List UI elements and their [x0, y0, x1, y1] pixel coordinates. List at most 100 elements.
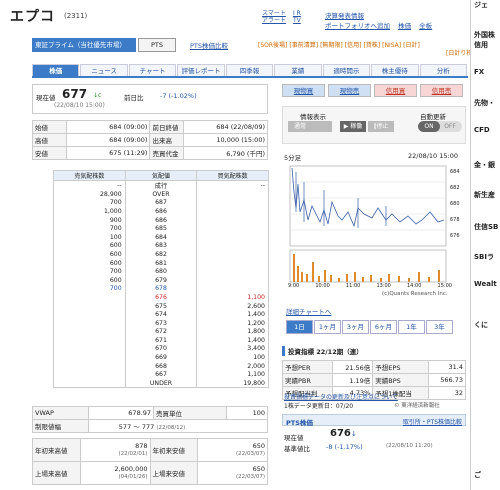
book-row: 672 1,800: [53, 327, 269, 337]
sidebar-item[interactable]: 外国株: [474, 30, 495, 40]
cash-sell-button[interactable]: 現物売: [328, 84, 371, 97]
smart-alert-link[interactable]: スマート アラート: [262, 10, 286, 24]
pts-price-label: 現在値: [284, 434, 304, 442]
tag[interactable]: [日計]: [403, 42, 420, 49]
pts-compare-link-2[interactable]: 取引所・PTS株価比較: [403, 417, 462, 426]
sidebar-item[interactable]: CFD: [474, 126, 490, 134]
period-1m[interactable]: 1ヶ月: [314, 320, 341, 334]
tab-news[interactable]: ニュース: [80, 64, 128, 76]
ask-qty: --: [53, 180, 126, 190]
bid-qty: 19,800: [196, 379, 269, 389]
tab-report[interactable]: 評価レポート: [177, 64, 225, 76]
x-tick: 15:00: [437, 283, 452, 289]
indicator-notes-link[interactable]: 投資指標データの更新及び注意点について: [284, 392, 398, 401]
ask-qty: [53, 293, 126, 302]
tag[interactable]: [貸株]: [363, 42, 380, 49]
pts-price: 676: [330, 428, 351, 439]
vwap-table: VWAP 678.97 売買単位 100 制限値幅 577 〜 777 (22/…: [32, 406, 269, 433]
stop-button[interactable]: ‖停止: [368, 121, 394, 132]
x-tick: 13:00: [376, 283, 391, 289]
sidebar-item[interactable]: 先物・: [474, 98, 495, 108]
tab-benefits[interactable]: 株主優待: [371, 64, 419, 76]
indicator-value: 21.56倍: [332, 360, 374, 374]
tab-price[interactable]: 株価: [32, 64, 80, 76]
stat-label: 安値: [32, 146, 67, 160]
stat-value: 675 (11:29): [65, 146, 151, 160]
sidebar-item[interactable]: ジェ: [474, 0, 488, 10]
ask-qty: 600: [53, 250, 126, 259]
chart-datetime: 22/08/10 15:00: [408, 152, 458, 160]
stat-label: 売買代金: [149, 146, 185, 160]
price-link[interactable]: 株価: [398, 22, 411, 30]
pts-compare-link[interactable]: PTS株価比較: [190, 40, 228, 50]
limit-range: 577 〜 777: [118, 423, 155, 431]
pts-change: -8 (-1.17%): [326, 443, 363, 451]
book-row: -- 成行 --: [53, 180, 269, 190]
indicator-label: 実績PBR: [281, 373, 334, 387]
tab-disclosure[interactable]: 適時開示: [322, 64, 371, 76]
auto-refresh-toggle[interactable]: ON OFF: [418, 121, 462, 132]
ask-qty: [53, 336, 126, 345]
display-select[interactable]: 通常: [288, 121, 332, 132]
period-1y[interactable]: 1年: [398, 320, 425, 334]
margin-buy-button[interactable]: 信用買: [374, 84, 417, 97]
tag[interactable]: [無期限]: [320, 42, 343, 49]
book-price: 681: [124, 258, 198, 268]
period-3m[interactable]: 3ヶ月: [342, 320, 369, 334]
portfolio-add-link[interactable]: ポートフォリオへ追加: [325, 22, 390, 30]
price-unit: ↓c: [93, 92, 102, 99]
high-low-table: 年初来高値 878 (22/02/01) 年初来安値 650 (22/03/07) 上場来高…: [32, 438, 268, 485]
indicator-label: 予想EPS: [372, 360, 429, 374]
hl-label: 上場来高値: [32, 461, 81, 485]
y-tick: 680: [450, 201, 460, 207]
market-tab-tse[interactable]: 東証プライム（当社優先市場）: [32, 38, 136, 52]
tab-shikiho[interactable]: 四季報: [225, 64, 274, 76]
earnings-link[interactable]: 決算発表情報: [325, 12, 364, 20]
period-6m[interactable]: 6ヶ月: [370, 320, 397, 334]
ask-qty: 1,000: [53, 207, 126, 216]
sidebar-item[interactable]: 新生産: [474, 190, 495, 200]
sidebar-item[interactable]: Wealt: [474, 280, 497, 288]
stat-time: (09:00): [123, 123, 148, 131]
sidebar-item[interactable]: 信用: [474, 40, 488, 50]
tag[interactable]: [NISA]: [382, 42, 401, 49]
hl-number: 650: [252, 442, 265, 450]
bid-qty: 1,100: [196, 293, 269, 302]
sidebar-item[interactable]: 住信SB: [474, 222, 498, 232]
period-3y[interactable]: 3年: [426, 320, 453, 334]
cash-buy-button[interactable]: 現物買: [282, 84, 325, 97]
book-price: 668: [124, 361, 198, 371]
stats-table: 始値 684 (09:00) 前日終値 684 (22/08/09) 高値 684 (09…: [32, 120, 268, 160]
sidebar-item[interactable]: 金・銀: [474, 160, 495, 170]
bid-qty: [196, 267, 269, 276]
market-tab-pts[interactable]: PTS: [138, 38, 176, 52]
tag[interactable]: [事前清算]: [289, 42, 318, 49]
tab-performance[interactable]: 業績: [274, 64, 322, 76]
trade-buttons: 現物買 現物売 信用買 信用売: [282, 84, 466, 97]
sidebar-item[interactable]: くに: [474, 320, 488, 330]
tab-chart[interactable]: チャート: [128, 64, 177, 76]
play-button[interactable]: ▶ 稼働: [340, 121, 366, 132]
bid-qty: 3,400: [196, 344, 269, 354]
ir-tv-link[interactable]: I R TV: [293, 10, 301, 24]
margin-sell-button[interactable]: 信用売: [420, 84, 463, 97]
sidebar-item[interactable]: SBIラ: [474, 252, 494, 262]
ask-qty: 28,900: [53, 190, 126, 199]
book-row: 700 685: [53, 224, 269, 233]
sidebar-item[interactable]: ご: [474, 470, 481, 480]
full-board-link[interactable]: 全板: [419, 22, 432, 30]
intraday-chart: 5分足 22/08/10 15:00 684 682 680 678 676 9:00 1…: [282, 150, 466, 300]
indicator-value: 31.4: [427, 360, 467, 374]
pts-title: PTS株価: [286, 419, 313, 427]
detail-chart-link[interactable]: 詳細チャートへ: [286, 306, 331, 316]
tab-analysis[interactable]: 分析: [419, 64, 467, 76]
hl-value: 650 (22/03/07): [197, 461, 268, 485]
period-1d[interactable]: 1日: [286, 320, 313, 334]
book-row: 600 682: [53, 250, 269, 259]
tag[interactable]: [SOR後場]: [258, 42, 287, 49]
book-row: 28,900 OVER: [53, 190, 269, 199]
sidebar-item[interactable]: FX: [474, 68, 484, 76]
trade-tags: [SOR後場] [事前清算] [無期限] [信用] [貸株] [NISA] [日計]: [258, 40, 422, 49]
tag[interactable]: [信用]: [345, 42, 362, 49]
auto-refresh-label: 自動更新: [420, 113, 446, 121]
